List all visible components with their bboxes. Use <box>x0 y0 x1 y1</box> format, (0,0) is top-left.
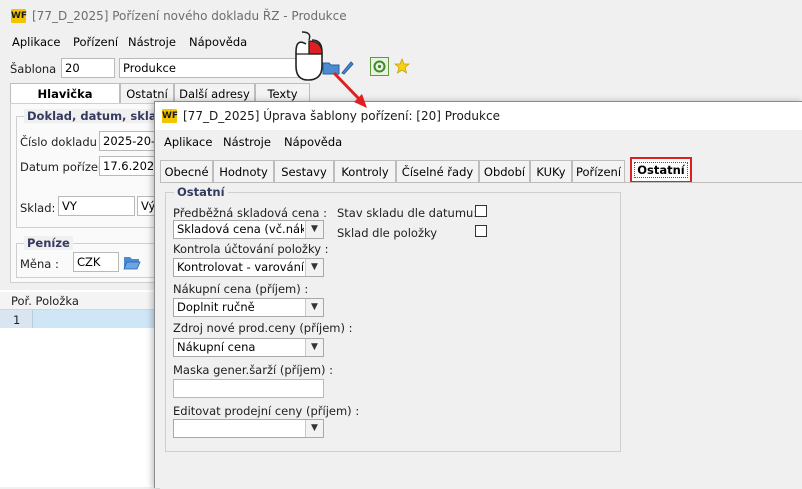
stav-skladu-label: Stav skladu dle datumu: <box>337 206 478 220</box>
menu-nastroje[interactable]: Nástroje <box>128 35 176 49</box>
nakupni-cena-label: Nákupní cena (příjem) : <box>173 282 309 296</box>
tab-hodnoty[interactable]: Hodnoty <box>213 160 274 182</box>
main-tabbar: Hlavička dokladu Ostatní Další adresy Te… <box>10 83 310 121</box>
maska-sarzi-input[interactable] <box>173 379 324 398</box>
zdroj-prod-ceny-label: Zdroj nové prod.ceny (příjem) : <box>173 321 353 335</box>
datum-porizeni-input[interactable]: 17.6.2025 <box>99 156 155 176</box>
nakupni-cena-value: Doplnit ručně <box>177 300 255 314</box>
tab-obdobi[interactable]: Období <box>479 160 530 182</box>
cislo-dokladu-input[interactable]: 2025-20- <box>99 131 155 151</box>
sklad-name-input[interactable]: Vý <box>137 196 155 216</box>
sablona-label: Šablona : <box>10 62 64 76</box>
doklad-group-title: Doklad, datum, sklad <box>24 109 168 123</box>
tab-kontroly[interactable]: Kontroly <box>334 160 396 182</box>
sklad-dle-polozky-label: Sklad dle položky <box>337 226 438 240</box>
chevron-down-icon[interactable]: ▼ <box>305 259 323 276</box>
kontrola-uctovani-label: Kontrola účtování položky : <box>173 242 329 256</box>
sklad-dle-polozky-checkbox[interactable] <box>475 225 487 237</box>
main-window-title: [77_D_2025] Pořízení nového dokladu ŘZ -… <box>32 9 347 23</box>
penize-group-title: Peníze <box>24 236 73 250</box>
nakupni-cena-combo[interactable]: Doplnit ručně ▼ <box>173 298 324 317</box>
template-dialog: WF [77_D_2025] Úprava šablony pořízení: … <box>154 101 802 489</box>
editovat-ceny-combo[interactable]: ▼ <box>173 419 324 438</box>
grid-row-number: 1 <box>13 313 21 327</box>
menu-porizeni[interactable]: Pořízení <box>73 35 118 49</box>
dialog-logo: WF <box>162 109 179 123</box>
star-icon[interactable] <box>394 58 410 74</box>
app-logo: WF <box>11 9 28 23</box>
menu-aplikace[interactable]: Aplikace <box>12 35 60 49</box>
sklad-input[interactable]: VY <box>58 196 135 216</box>
ostatni-group-title: Ostatní <box>174 185 228 199</box>
zdroj-prod-ceny-value: Nákupní cena <box>177 340 256 354</box>
mena-input[interactable]: CZK <box>73 252 119 272</box>
tab-sestavy[interactable]: Sestavy <box>274 160 334 182</box>
kontrola-uctovani-combo[interactable]: Kontrolovat - varování ▼ <box>173 258 324 277</box>
chevron-down-icon[interactable]: ▼ <box>305 299 323 316</box>
dialog-menu-nastroje[interactable]: Nástroje <box>223 135 271 149</box>
dialog-tabbar: Obecné Hodnoty Sestavy Kontroly Číselné … <box>160 157 800 183</box>
annotation-overlay <box>295 31 367 108</box>
cislo-dokladu-label: Číslo dokladu : <box>20 135 105 149</box>
mouse-icon <box>295 31 323 81</box>
chevron-down-icon[interactable]: ▼ <box>305 221 323 238</box>
sklad-label: Sklad: <box>20 201 56 215</box>
chevron-down-icon[interactable]: ▼ <box>305 420 323 437</box>
kontrola-uctovani-value: Kontrolovat - varování <box>177 260 304 274</box>
predbezna-cena-label: Předběžná skladová cena : <box>173 206 327 220</box>
tab-dalsi-adresy[interactable]: Další adresy <box>174 83 255 103</box>
sablona-code-input[interactable]: 20 <box>61 58 115 78</box>
tab-ostatni[interactable]: Ostatní <box>630 157 692 183</box>
sablona-name-input[interactable]: Produkce <box>119 58 299 78</box>
dialog-menu-aplikace[interactable]: Aplikace <box>164 135 212 149</box>
mena-label: Měna : <box>20 257 59 271</box>
tab-obecne[interactable]: Obecné <box>160 160 213 182</box>
editovat-ceny-label: Editovat prodejní ceny (příjem) : <box>173 404 360 418</box>
dialog-title: [77_D_2025] Úprava šablony pořízení: [20… <box>183 109 500 123</box>
tab-kuky[interactable]: KUKy <box>530 160 572 182</box>
tab-ostatni-main[interactable]: Ostatní <box>120 83 174 103</box>
predbezna-cena-value: Skladová cena (vč.nák.p <box>177 222 304 236</box>
maska-sarzi-label: Maska gener.šarží (příjem) : <box>173 363 334 377</box>
menu-napoveda[interactable]: Nápověda <box>189 35 247 49</box>
dialog-menu-napoveda[interactable]: Nápověda <box>284 135 342 149</box>
folder-open-icon[interactable] <box>123 253 141 271</box>
zdroj-prod-ceny-combo[interactable]: Nákupní cena ▼ <box>173 338 324 357</box>
tab-porizeni[interactable]: Pořízení <box>572 160 625 182</box>
location-pin-icon[interactable] <box>370 57 389 76</box>
tab-ostatni-label: Ostatní <box>634 162 688 178</box>
chevron-down-icon[interactable]: ▼ <box>305 339 323 356</box>
tab-ciselne-rady[interactable]: Číselné řady <box>396 160 479 182</box>
tab-hlavicka-dokladu[interactable]: Hlavička dokladu <box>10 83 120 121</box>
stav-skladu-checkbox[interactable] <box>475 205 487 217</box>
predbezna-cena-combo[interactable]: Skladová cena (vč.nák.p ▼ <box>173 220 324 239</box>
red-arrow-icon <box>332 71 367 108</box>
grid-header: Poř. Položka <box>11 294 79 308</box>
